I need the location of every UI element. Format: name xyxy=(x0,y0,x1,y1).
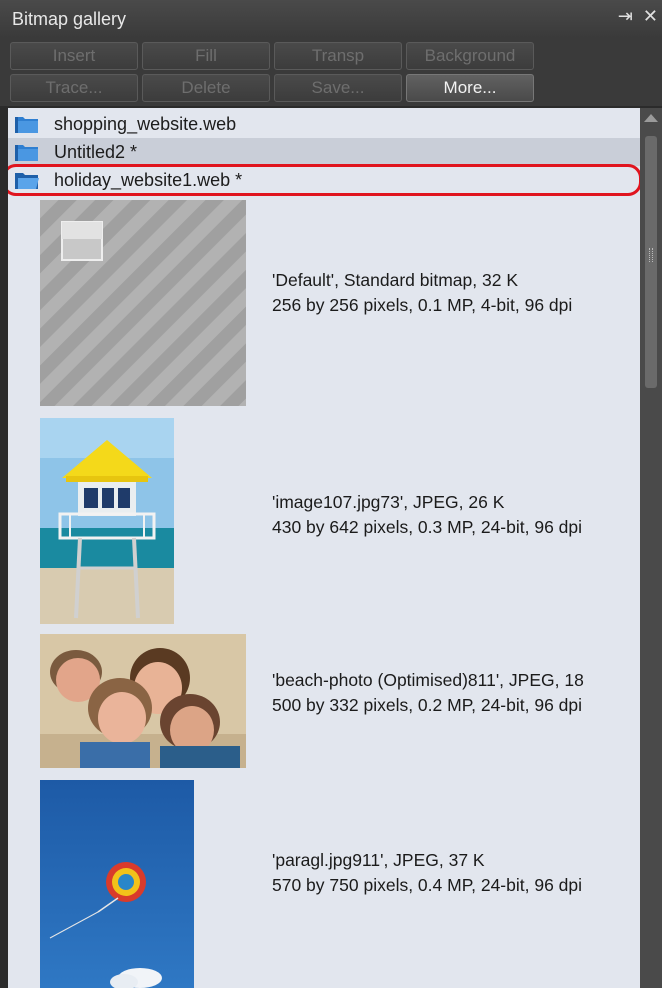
bitmap-details: 430 by 642 pixels, 0.3 MP, 24-bit, 96 dp… xyxy=(272,517,583,537)
paraglider-image xyxy=(40,780,194,988)
bitmap-info: 'image107.jpg73', JPEG, 26 K 430 by 642 … xyxy=(272,490,582,540)
folder-item-shopping[interactable]: shopping_website.web xyxy=(8,110,640,138)
bitmap-details: 500 by 332 pixels, 0.2 MP, 24-bit, 96 dp… xyxy=(272,695,583,715)
background-button[interactable]: Background xyxy=(406,42,534,70)
bitmap-thumbnail-paraglider[interactable] xyxy=(40,780,194,988)
bitmap-thumbnail-beach[interactable] xyxy=(40,634,246,768)
gallery-panel: shopping_website.web Untitled2 * holiday… xyxy=(8,108,640,988)
bitmap-title: 'image107.jpg73', JPEG, 26 K xyxy=(272,492,505,512)
folder-item-untitled2[interactable]: Untitled2 * xyxy=(8,138,640,166)
bitmap-details: 570 by 750 pixels, 0.4 MP, 24-bit, 96 dp… xyxy=(272,875,583,895)
window-title: Bitmap gallery xyxy=(12,8,127,29)
bitmap-info: 'paragl.jpg911', JPEG, 37 K 570 by 750 p… xyxy=(272,848,582,898)
vertical-scrollbar[interactable] xyxy=(640,108,662,988)
delete-button[interactable]: Delete xyxy=(142,74,270,102)
fill-button[interactable]: Fill xyxy=(142,42,270,70)
folder-icon xyxy=(15,145,38,161)
striped-placeholder-image xyxy=(40,200,246,406)
toolbar: Insert Fill Transp Background Trace... D… xyxy=(0,38,662,106)
bitmap-title: 'beach-photo (Optimised)811', JPEG, 18 xyxy=(272,670,584,690)
bitmap-title: 'paragl.jpg911', JPEG, 37 K xyxy=(272,850,485,870)
save-button[interactable]: Save... xyxy=(274,74,402,102)
bitmap-details: 256 by 256 pixels, 0.1 MP, 4-bit, 96 dpi xyxy=(272,295,573,315)
trace-button[interactable]: Trace... xyxy=(10,74,138,102)
scroll-up-icon[interactable] xyxy=(644,114,658,122)
more-button[interactable]: More... xyxy=(406,74,534,102)
bitmap-thumbnail-default[interactable] xyxy=(40,200,246,406)
bitmap-title: 'Default', Standard bitmap, 32 K xyxy=(272,270,518,290)
lifeguard-tower-image xyxy=(40,418,174,624)
close-icon[interactable]: ✕ xyxy=(643,6,658,27)
bitmap-thumbnail-lifeguard[interactable] xyxy=(40,418,174,624)
highlight-annotation xyxy=(8,164,640,196)
pin-icon[interactable]: ⇥ xyxy=(618,6,633,27)
folder-name: shopping_website.web xyxy=(54,113,237,134)
scroll-thumb[interactable] xyxy=(645,136,657,388)
folder-name: Untitled2 * xyxy=(54,141,138,162)
bitmap-info: 'Default', Standard bitmap, 32 K 256 by … xyxy=(272,268,572,318)
grip-icon xyxy=(649,248,653,262)
title-bar: Bitmap gallery ⇥ ✕ xyxy=(0,0,662,38)
transp-button[interactable]: Transp xyxy=(274,42,402,70)
folder-icon xyxy=(15,117,38,133)
insert-button[interactable]: Insert xyxy=(10,42,138,70)
beach-photo-image xyxy=(40,634,246,768)
bitmap-info: 'beach-photo (Optimised)811', JPEG, 18 5… xyxy=(272,668,584,718)
